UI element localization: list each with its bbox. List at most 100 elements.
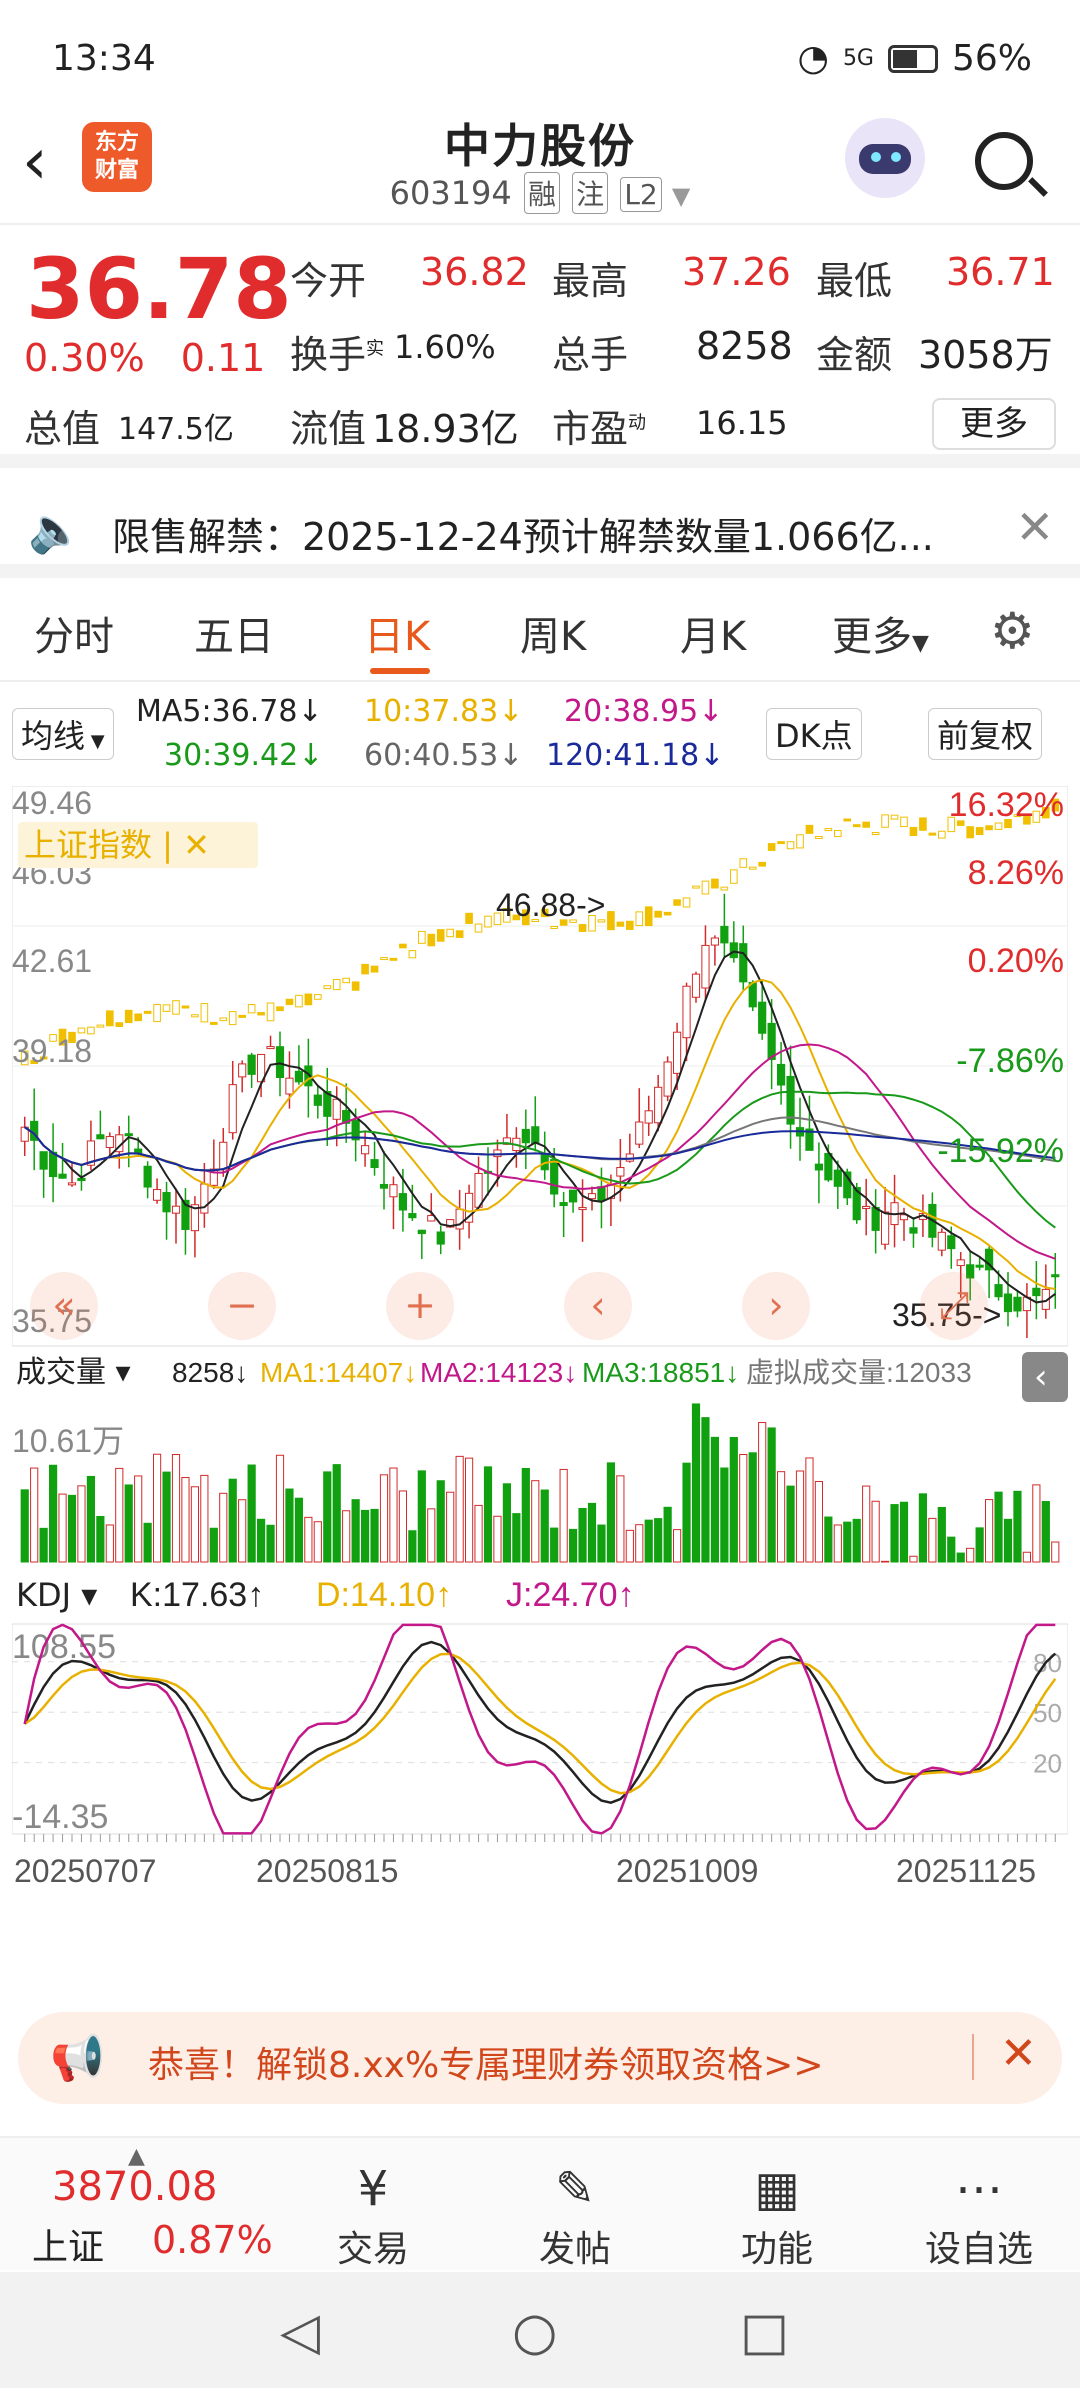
assistant-robot-icon[interactable] [845,118,925,198]
volume-bar [1032,1484,1041,1563]
candle-body [1051,1274,1060,1278]
candle-body [862,1205,871,1209]
volume-bar [899,1501,909,1563]
nav-add-watchlist[interactable]: ⋯ 设自选 [904,2158,1054,2272]
index-name[interactable]: 上证 [32,2218,104,2270]
volume-bar [493,1515,502,1563]
volume-bar [30,1467,39,1563]
index-candle [966,826,974,839]
level2-tag: L2 [620,177,662,212]
volume-ma2: MA2:14123↓ [420,1357,577,1388]
candle-body [247,1054,256,1075]
index-candle [219,1017,228,1022]
index-candle [682,897,691,908]
volume-bar [313,1521,322,1563]
index-candle [399,943,407,949]
search-icon[interactable] [975,132,1033,190]
volume-bar [937,1506,946,1563]
candle-body [1032,1287,1041,1297]
volume-bar [786,1485,795,1563]
index-candle [711,878,719,889]
amount-value: 3058万 [918,333,1053,377]
notice-banner[interactable]: 🔈 限售解禁：2025-12-24预计解禁数量1.066亿... ✕ [0,482,1080,578]
index-candle [767,843,776,851]
index-candle [796,834,804,849]
index-candle [115,1022,124,1027]
index-candle [881,814,889,828]
volume-bar [739,1453,748,1563]
battery-level: 56% [951,38,1032,79]
nav-trade[interactable]: ¥ 交易 [298,2158,448,2272]
close-icon[interactable]: ✕ [1015,500,1054,554]
volume-bar [379,1474,389,1563]
chart-area[interactable]: 49.4646.0342.6139.1835.7516.32%8.26%0.20… [11,785,1069,1990]
date-label: 20250707 [14,1853,156,1889]
candle-body [39,1151,48,1170]
candle-body [663,1061,672,1097]
back-triangle-icon[interactable]: ◁ [280,2302,320,2362]
candle-body [597,1186,606,1201]
volume-bar [720,1467,729,1563]
index-candle [172,1000,180,1015]
index-value[interactable]: 3870.08 [52,2164,217,2210]
home-circle-icon[interactable]: ○ [512,2302,557,2362]
index-candle [843,818,852,822]
close-icon[interactable]: ✕ [1000,2028,1037,2079]
volume-label: 总手 [552,333,629,377]
volume-bar [710,1436,720,1563]
chevron-down-icon: ▼ [85,731,105,752]
tab-daily-k[interactable]: 日K [364,604,430,662]
open-label: 今开 [290,259,367,303]
tab-weekly-k[interactable]: 周K [520,604,586,662]
volume-bar [389,1467,398,1563]
dk-point-selector[interactable]: DK点 [766,708,862,760]
kline-chart-svg[interactable]: 49.4646.0342.6139.1835.7516.32%8.26%0.20… [11,785,1069,1990]
volume-bar [304,1516,313,1563]
up-caret-icon: ▲ [128,2144,145,2169]
nav-functions-label: 功能 [740,2229,813,2270]
index-candle [834,829,842,838]
period-tabs: 分时 五日 日K 周K 月K 更多▼ ⚙ [0,592,1080,682]
recents-square-icon[interactable]: □ [740,2302,789,2362]
ma60-value: 60:40.53↓ [364,738,524,773]
candle-body [200,1183,209,1214]
registration-tag: 注 [572,172,609,214]
ma-selector[interactable]: 均线 ▼ [12,708,114,760]
more-quote-button[interactable]: 更多 [932,398,1056,450]
volume-bar [96,1515,105,1563]
index-candle [228,1011,237,1026]
candle-body [67,1182,77,1186]
kdj-max-label: 108.55 [12,1628,116,1666]
index-candle [663,911,672,916]
index-candle [370,965,379,973]
volume-bar [748,1452,757,1563]
candle-body [739,943,748,983]
index-candle [455,930,464,938]
tab-more[interactable]: 更多▼ [832,604,929,662]
nav-post[interactable]: ✎ 发帖 [500,2158,650,2272]
volume-bar [871,1500,880,1563]
index-pct[interactable]: 0.87% [152,2218,273,2262]
index-candle [938,830,946,839]
tab-monthly-k[interactable]: 月K [680,604,746,662]
index-candle [124,1009,133,1024]
signal-icon: 5G [842,46,874,71]
candle-body [1013,1296,1022,1312]
turnover-value: 1.60% [394,328,496,366]
promo-banner[interactable]: 📢 恭喜！解锁8.xx%专属理财券领取资格>> ✕ [18,2012,1062,2104]
tab-intraday[interactable]: 分时 [34,604,114,662]
nav-functions[interactable]: ▦ 功能 [702,2158,852,2272]
volume-bar [474,1504,483,1563]
gear-icon[interactable]: ⚙ [990,602,1035,660]
tab-five-day[interactable]: 五日 [194,604,274,662]
volume-bar [124,1484,133,1563]
last-price: 36.78 [26,240,292,338]
volume-bar [323,1471,332,1563]
index-candle [96,1024,105,1028]
candle-body [682,985,691,1039]
volume-ma1: MA1:14407↓ [260,1357,417,1388]
volume-bar [285,1488,294,1563]
volume-bar [682,1462,691,1563]
volume-bar [219,1492,228,1563]
adjust-selector[interactable]: 前复权 [928,708,1043,760]
